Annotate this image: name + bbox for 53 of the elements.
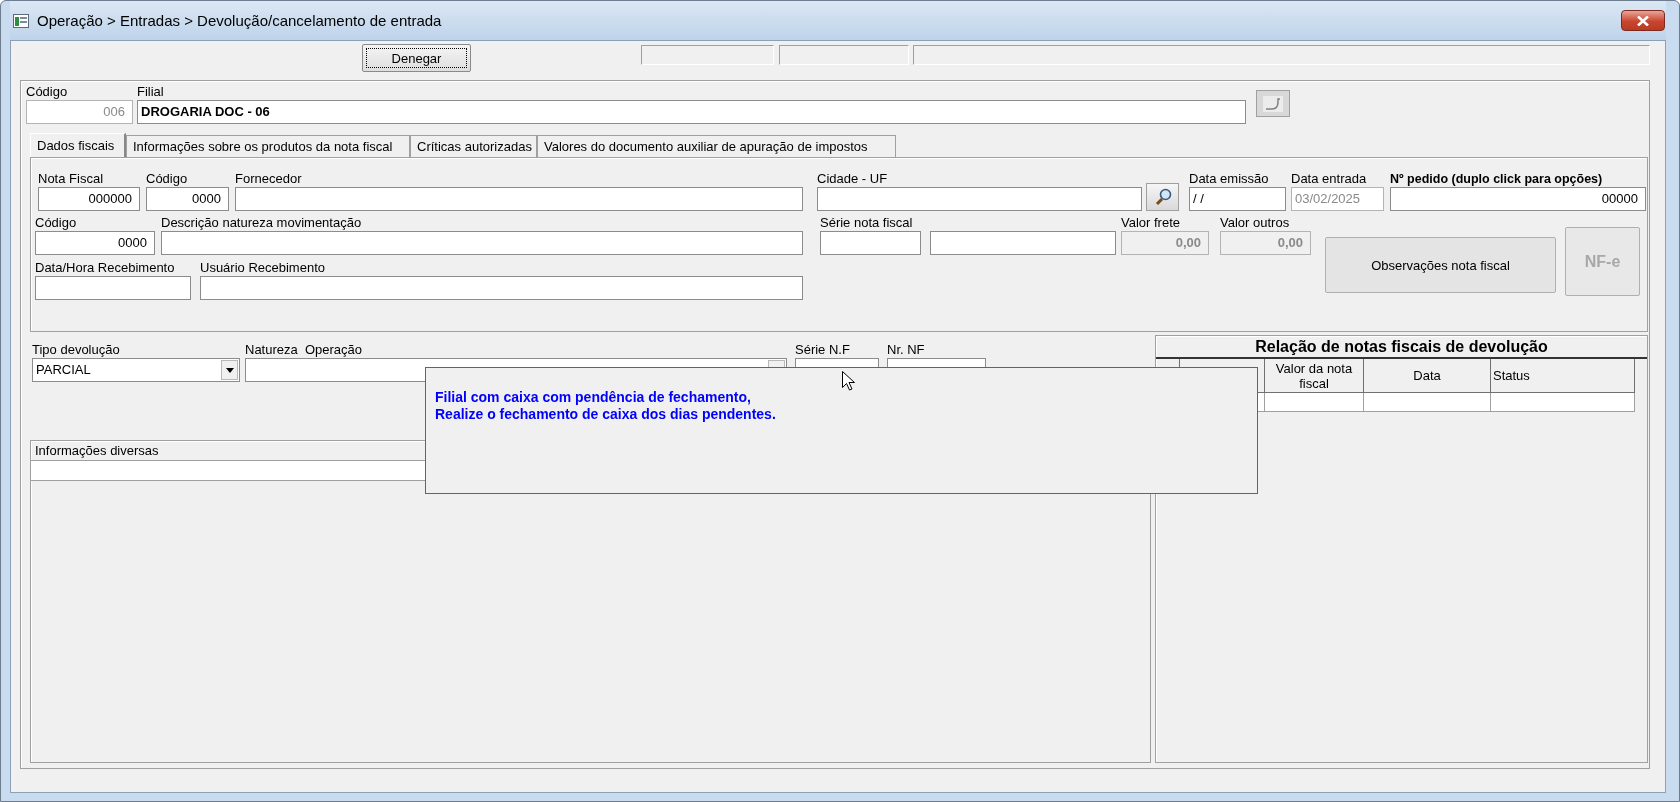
field-label: Nota Fiscal xyxy=(38,171,105,187)
field-label: Código xyxy=(146,171,189,187)
field-label: Nr. NF xyxy=(887,342,926,358)
window-title: Operação > Entradas > Devolução/cancelamento de entrada xyxy=(37,12,442,29)
field-label: Código xyxy=(35,215,78,231)
field-label: Valor outros xyxy=(1220,215,1291,231)
input-field[interactable]: DROGARIA DOC - 06 xyxy=(137,100,1246,124)
deny-button[interactable]: Denegar xyxy=(362,44,471,72)
field-label: Série nota fiscal xyxy=(820,215,914,231)
field-label: Tipo devolução xyxy=(32,342,121,358)
input-field[interactable]: 0000 xyxy=(146,187,229,211)
field-label: Data entrada xyxy=(1291,171,1368,187)
lookup-button[interactable] xyxy=(1256,90,1290,117)
field-label: Natureza Operação xyxy=(245,342,364,358)
message-text: Filial com caixa com pendência de fechamento, Realize o fechamento de caixa dos dias pendentes. xyxy=(435,389,777,423)
input-field[interactable]: 0000 xyxy=(35,231,155,255)
tab[interactable]: Dados fiscais xyxy=(30,133,126,157)
field-label: Data emissão xyxy=(1189,171,1270,187)
field-label: Valor frete xyxy=(1121,215,1181,231)
field-label: Data/Hora Recebimento xyxy=(35,260,176,276)
caret-icon xyxy=(225,367,234,373)
close-button[interactable] xyxy=(1621,10,1665,31)
input-field[interactable]: 000000 xyxy=(38,187,140,211)
field-label: Cidade - UF xyxy=(817,171,889,187)
field-label: Usuário Recebimento xyxy=(200,260,326,276)
search-icon xyxy=(1153,188,1172,206)
close-icon xyxy=(1637,15,1649,26)
curve-icon xyxy=(1263,95,1283,112)
tab[interactable]: Críticas autorizadas xyxy=(410,135,537,157)
table-title: Relação de notas fiscais de devolução xyxy=(1156,336,1647,359)
field-label: Código xyxy=(26,84,69,100)
notes-button[interactable]: Observações nota fiscal xyxy=(1325,237,1556,293)
input-field[interactable] xyxy=(200,276,803,300)
input-field[interactable] xyxy=(817,187,1142,211)
window-icon xyxy=(13,13,29,28)
input-field[interactable] xyxy=(930,231,1116,255)
input-field[interactable]: 00000 xyxy=(1390,187,1646,211)
input-field[interactable] xyxy=(161,231,803,255)
field-label: Descrição natureza movimentação xyxy=(161,215,363,231)
tab[interactable]: Valores do documento auxiliar de apuração de impostos xyxy=(537,135,896,157)
dropdown-button[interactable] xyxy=(221,360,238,380)
field-label: Filial xyxy=(137,84,165,100)
field-label: Nº pedido (duplo click para opções) xyxy=(1390,171,1604,187)
tab[interactable]: Informações sobre os produtos da nota fiscal xyxy=(126,135,410,157)
field-label: Fornecedor xyxy=(235,171,303,187)
input-field[interactable] xyxy=(35,276,191,300)
input-field[interactable] xyxy=(820,231,921,255)
dropdown-field[interactable]: PARCIAL xyxy=(32,358,240,382)
input-field[interactable] xyxy=(235,187,803,211)
input-field[interactable]: / / xyxy=(1189,187,1286,211)
field-label: Série N.F xyxy=(795,342,851,358)
search-button[interactable] xyxy=(1146,183,1179,211)
cursor-icon xyxy=(842,371,855,391)
